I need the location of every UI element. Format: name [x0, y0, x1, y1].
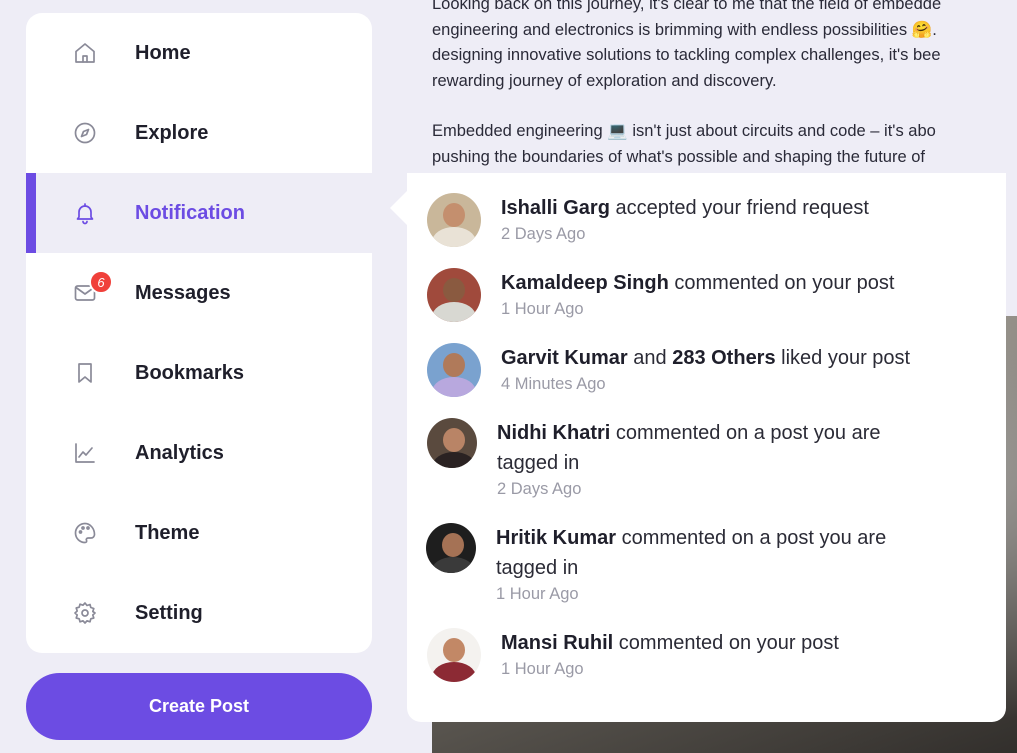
notification-content: Garvit Kumar and 283 Others liked your p…: [501, 343, 910, 394]
bookmark-icon: [72, 360, 98, 386]
notification-action-continued: tagged in: [496, 557, 579, 579]
notification-user-name[interactable]: Kamaldeep Singh: [501, 272, 669, 294]
sidebar-item-theme[interactable]: Theme: [26, 493, 372, 573]
notification-content: Mansi Ruhil commented on your post 1 Hou…: [501, 628, 839, 679]
avatar: [427, 193, 481, 247]
avatar: [427, 268, 481, 322]
notification-time: 1 Hour Ago: [496, 585, 579, 603]
notification-time: 4 Minutes Ago: [501, 375, 606, 393]
bell-icon: [72, 200, 98, 226]
sidebar-item-bookmarks[interactable]: Bookmarks: [26, 333, 372, 413]
notification-item[interactable]: Nidhi Khatri commented on a post you are…: [427, 418, 881, 499]
avatar: [427, 343, 481, 397]
notification-item[interactable]: Kamaldeep Singh commented on your post 1…: [427, 268, 895, 322]
notification-time: 2 Days Ago: [501, 225, 586, 243]
avatar: [426, 523, 476, 573]
notification-time: 1 Hour Ago: [501, 300, 584, 318]
feed-line: Embedded engineering 💻 isn't just about …: [432, 122, 936, 140]
compass-icon: [72, 120, 98, 146]
feed-post-text: Looking back on this journey, it's clear…: [432, 0, 1017, 195]
gear-icon: [72, 600, 98, 626]
sidebar-item-label: Messages: [135, 281, 231, 304]
sidebar-item-label: Explore: [135, 121, 209, 144]
feed-line: engineering and electronics is brimming …: [432, 20, 937, 39]
notification-action: liked your post: [775, 347, 911, 369]
notification-others-count[interactable]: 283 Others: [672, 347, 775, 369]
feed-line: designing innovative solutions to tackli…: [432, 46, 941, 64]
notification-time: 1 Hour Ago: [501, 660, 584, 678]
avatar: [427, 418, 477, 468]
notification-content: Ishalli Garg accepted your friend reques…: [501, 193, 869, 244]
feed-line: Looking back on this journey, it's clear…: [432, 0, 942, 13]
notification-action: commented on your post: [613, 632, 839, 654]
notification-user-name[interactable]: Garvit Kumar: [501, 347, 628, 369]
feed-line: rewarding journey of exploration and dis…: [432, 71, 777, 90]
notification-message: Garvit Kumar and 283 Others liked your p…: [501, 343, 910, 373]
sidebar-item-label: Home: [135, 41, 191, 64]
notification-user-name[interactable]: Nidhi Khatri: [497, 422, 610, 444]
notification-action-continued: tagged in: [497, 452, 580, 474]
mail-icon: 6: [72, 270, 113, 306]
notification-message: Nidhi Khatri commented on a post you are…: [497, 418, 881, 478]
home-icon: [72, 40, 98, 66]
sidebar-item-analytics[interactable]: Analytics: [26, 413, 372, 493]
notification-message: Hritik Kumar commented on a post you are…: [496, 523, 886, 583]
sidebar-item-label: Bookmarks: [135, 361, 244, 384]
sidebar-item-notification[interactable]: Notification: [26, 173, 372, 253]
sidebar-item-explore[interactable]: Explore: [26, 93, 372, 173]
notification-content: Kamaldeep Singh commented on your post 1…: [501, 268, 895, 319]
notification-user-name[interactable]: Ishalli Garg: [501, 197, 610, 219]
notification-time: 2 Days Ago: [497, 480, 582, 498]
sidebar-item-label: Analytics: [135, 441, 224, 464]
notification-message: Kamaldeep Singh commented on your post: [501, 268, 895, 298]
feed-line: pushing the boundaries of what's possibl…: [432, 147, 925, 166]
chart-icon: [72, 440, 98, 466]
notification-popup: Ishalli Garg accepted your friend reques…: [407, 173, 1006, 722]
avatar: [427, 628, 481, 682]
notification-item[interactable]: Hritik Kumar commented on a post you are…: [426, 523, 886, 604]
notification-item[interactable]: Mansi Ruhil commented on your post 1 Hou…: [427, 628, 839, 682]
notification-action: accepted your friend request: [609, 197, 869, 219]
feed-paragraph-2: Embedded engineering 💻 isn't just about …: [432, 119, 1017, 170]
palette-icon: [72, 520, 98, 546]
notification-content: Hritik Kumar commented on a post you are…: [496, 523, 886, 604]
sidebar: Home Explore Notification 6 Messages Boo…: [26, 13, 372, 653]
notification-item[interactable]: Ishalli Garg accepted your friend reques…: [427, 193, 869, 247]
notification-message: Ishalli Garg accepted your friend reques…: [501, 193, 869, 223]
notification-action: commented on your post: [668, 272, 895, 294]
sidebar-item-label: Notification: [135, 201, 245, 224]
notification-conjunction: and: [627, 347, 673, 369]
notification-user-name[interactable]: Hritik Kumar: [496, 527, 616, 549]
sidebar-item-home[interactable]: Home: [26, 13, 372, 93]
popup-pointer: [390, 190, 408, 226]
sidebar-item-setting[interactable]: Setting: [26, 573, 372, 653]
notification-message: Mansi Ruhil commented on your post: [501, 628, 839, 658]
create-post-button[interactable]: Create Post: [26, 673, 372, 740]
sidebar-item-label: Theme: [135, 521, 200, 544]
messages-count-badge: 6: [89, 270, 113, 294]
notification-content: Nidhi Khatri commented on a post you are…: [497, 418, 881, 499]
notification-action: commented on a post you are: [616, 527, 887, 549]
sidebar-item-label: Setting: [135, 601, 203, 624]
notification-item[interactable]: Garvit Kumar and 283 Others liked your p…: [427, 343, 910, 397]
notification-user-name[interactable]: Mansi Ruhil: [501, 632, 613, 654]
notification-action: commented on a post you are: [610, 422, 881, 444]
sidebar-item-messages[interactable]: 6 Messages: [26, 253, 372, 333]
feed-paragraph-1: Looking back on this journey, it's clear…: [432, 0, 1017, 94]
